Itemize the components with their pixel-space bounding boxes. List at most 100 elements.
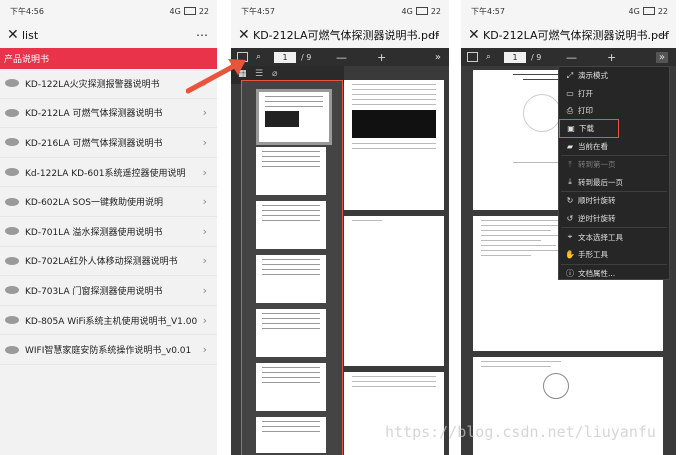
page-number-input[interactable]: 1 bbox=[504, 51, 526, 63]
list-item[interactable]: KD-805A WiFi系统主机使用说明书_V1.00 › bbox=[0, 306, 217, 336]
close-icon[interactable]: ✕ bbox=[468, 27, 480, 43]
tools-menu-button[interactable]: » bbox=[655, 51, 668, 63]
menu-item[interactable]: ▭ 打开 bbox=[559, 85, 669, 103]
list-item[interactable]: WIFI智慧家庭安防系统操作说明书_v0.01 › bbox=[0, 335, 217, 365]
menu-item-label: 文档属性... bbox=[578, 268, 616, 278]
list-item-label: KD-122LA火灾探测报警器说明书 bbox=[25, 79, 160, 90]
list-item[interactable]: KD-701LA 溢水探测器使用说明书 › bbox=[0, 217, 217, 247]
watermark: https://blog.csdn.net/liuyanfu bbox=[385, 423, 656, 441]
page-thumbnail[interactable] bbox=[256, 89, 332, 145]
more-menu-button[interactable]: ⋯ bbox=[196, 28, 209, 42]
list-item[interactable]: Kd-122LA KD-601系统遥控器使用说明 › bbox=[0, 158, 217, 188]
list-item-label: KD-701LA 溢水探测器使用说明书 bbox=[25, 227, 163, 238]
more-menu-button[interactable]: ⋯ bbox=[428, 28, 441, 42]
status-time: 下午4:57 bbox=[471, 6, 505, 16]
list-item[interactable]: KD-602LA SOS一键救助使用说明 › bbox=[0, 187, 217, 217]
list-item-label: KD-216LA 可燃气体探测器说明书 bbox=[25, 138, 163, 149]
list-item[interactable]: KD-703LA 门窗探测器使用说明书 › bbox=[0, 276, 217, 306]
item-icon bbox=[5, 138, 19, 147]
menu-item[interactable]: ⤓ 转到最后一页 bbox=[559, 174, 669, 192]
pdf-toolbar: ⌕ 1 / 9 — + » bbox=[231, 48, 449, 66]
page-thumbnail[interactable] bbox=[256, 255, 326, 303]
list-item[interactable]: KD-702LA红外人体移动探测器说明书 › bbox=[0, 247, 217, 277]
thumbnails-tab-icon[interactable]: ▦ bbox=[238, 69, 247, 79]
rotate-ccw-icon: ↺ bbox=[566, 214, 574, 224]
more-menu-button[interactable]: ⋯ bbox=[655, 28, 668, 42]
outline-tab-icon[interactable]: ☰ bbox=[255, 69, 263, 79]
page-thumbnail[interactable] bbox=[256, 201, 326, 249]
pdf-page bbox=[344, 216, 444, 366]
pdf-text-block bbox=[352, 110, 436, 138]
manual-list: KD-122LA火灾探测报警器说明书 › KD-212LA 可燃气体探测器说明书 ›… bbox=[0, 69, 217, 365]
list-item[interactable]: KD-212LA 可燃气体探测器说明书 › bbox=[0, 99, 217, 129]
battery-level: 22 bbox=[198, 6, 209, 16]
zoom-in-button[interactable]: + bbox=[377, 51, 386, 64]
download-icon: ▣ bbox=[567, 124, 575, 134]
close-icon[interactable]: ✕ bbox=[7, 27, 19, 43]
network-indicator: 4G bbox=[169, 6, 181, 16]
list-item[interactable]: KD-122LA火灾探测报警器说明书 › bbox=[0, 69, 217, 99]
item-icon bbox=[5, 79, 19, 88]
item-icon bbox=[5, 168, 19, 177]
print-icon: ⎙ bbox=[566, 105, 574, 115]
last-page-icon: ⤓ bbox=[568, 177, 572, 187]
list-item-label: Kd-122LA KD-601系统遥控器使用说明 bbox=[25, 168, 186, 179]
page-thumbnail[interactable] bbox=[256, 309, 326, 357]
menu-item[interactable]: ⌖ 文本选择工具 bbox=[559, 228, 669, 246]
item-icon bbox=[5, 345, 19, 354]
pdf-toolbar: ⌕ 1 / 9 — + » bbox=[461, 48, 676, 66]
search-icon[interactable]: ⌕ bbox=[256, 52, 261, 62]
search-icon[interactable]: ⌕ bbox=[486, 52, 491, 62]
chevron-right-icon: › bbox=[202, 343, 207, 357]
item-icon bbox=[5, 197, 19, 206]
chevron-right-icon: › bbox=[202, 283, 207, 297]
item-icon bbox=[5, 316, 19, 325]
item-icon bbox=[5, 108, 19, 117]
status-time: 下午4:57 bbox=[241, 6, 275, 16]
list-item[interactable]: KD-216LA 可燃气体探测器说明书 › bbox=[0, 128, 217, 158]
menu-item[interactable]: ⎙ 打印 bbox=[559, 102, 669, 120]
zoom-out-button[interactable]: — bbox=[336, 51, 347, 64]
close-icon[interactable]: ✕ bbox=[238, 27, 250, 43]
menu-item-label: 顺时针旋转 bbox=[578, 196, 616, 206]
page-thumbnail[interactable] bbox=[256, 417, 326, 453]
menu-item-label: 逆时针旋转 bbox=[578, 214, 616, 224]
pdf-page bbox=[344, 80, 444, 210]
page-thumbnail[interactable] bbox=[256, 363, 326, 411]
menu-item[interactable]: ⓘ 文档属性... bbox=[559, 265, 669, 283]
menu-item[interactable]: ↻ 顺时针旋转 bbox=[559, 192, 669, 210]
item-icon bbox=[5, 286, 19, 295]
list-item-label: KD-702LA红外人体移动探测器说明书 bbox=[25, 257, 178, 268]
sidebar-toggle-icon[interactable] bbox=[467, 52, 478, 62]
menu-item-label: 下载 bbox=[579, 124, 594, 134]
menu-item[interactable]: ▰ 当前在看 bbox=[559, 137, 669, 155]
diagram-image bbox=[543, 373, 569, 399]
pdf-page bbox=[344, 372, 444, 455]
chevron-right-icon: › bbox=[202, 195, 207, 209]
menu-item[interactable]: ⤢ 演示模式 bbox=[559, 67, 669, 85]
page-total: / 9 bbox=[301, 52, 312, 62]
thumbnail-panel[interactable] bbox=[241, 80, 343, 455]
menu-item[interactable]: ✋ 手形工具 bbox=[559, 246, 669, 264]
tools-menu-button[interactable]: » bbox=[435, 52, 441, 63]
chevron-right-icon: › bbox=[202, 165, 207, 179]
bookmark-icon: ▰ bbox=[566, 141, 574, 151]
menu-item[interactable]: ↺ 逆时针旋转 bbox=[559, 210, 669, 228]
sidebar-toggle-icon[interactable] bbox=[237, 52, 248, 62]
page-thumbnail[interactable] bbox=[256, 147, 326, 195]
zoom-in-button[interactable]: + bbox=[607, 51, 616, 64]
attachments-tab-icon[interactable]: ⌀ bbox=[272, 69, 277, 79]
phone-pdf-thumbnail-screen: 下午4:57 4G 22 ✕ KD-212LA可燃气体探测器说明书.pdf ⋯ … bbox=[231, 0, 449, 455]
rotate-cw-icon: ↻ bbox=[566, 196, 574, 206]
list-item-label: KD-805A WiFi系统主机使用说明书_V1.00 bbox=[25, 316, 198, 327]
section-header: 产品说明书 bbox=[0, 48, 217, 69]
menu-item-label: 手形工具 bbox=[578, 250, 608, 260]
menu-item: ⤒ 转到第一页 bbox=[559, 156, 669, 174]
menu-item[interactable]: ▣ 下载 bbox=[559, 118, 619, 139]
page-number-input[interactable]: 1 bbox=[274, 51, 296, 63]
battery-icon bbox=[642, 7, 655, 15]
item-icon bbox=[5, 256, 19, 265]
menu-item-label: 文本选择工具 bbox=[578, 232, 623, 242]
zoom-out-button[interactable]: — bbox=[566, 51, 577, 64]
menu-item-label: 打印 bbox=[578, 106, 593, 116]
